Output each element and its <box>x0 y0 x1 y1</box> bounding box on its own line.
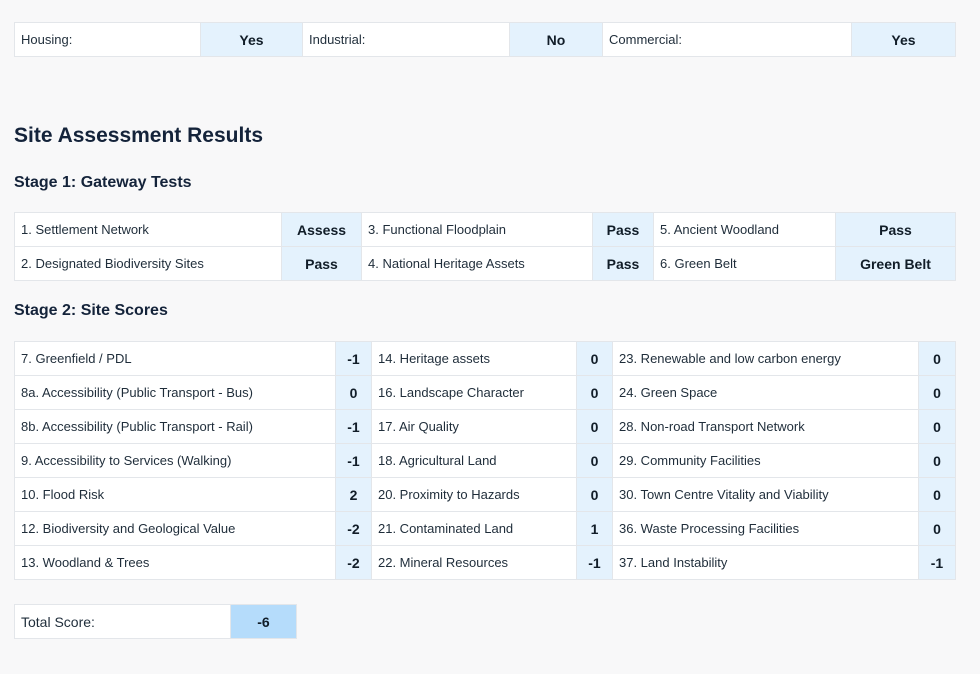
proposed-uses-row: Housing: Yes Industrial: No Commercial: … <box>14 22 956 57</box>
housing-value: Yes <box>200 22 303 57</box>
score-label: 18. Agricultural Land <box>371 443 577 478</box>
score-label: 14. Heritage assets <box>371 341 577 376</box>
stage2-title: Stage 2: Site Scores <box>14 302 168 319</box>
score-value: 0 <box>576 341 613 376</box>
gateway-label: 1. Settlement Network <box>14 212 282 247</box>
score-label: 28. Non-road Transport Network <box>612 409 919 444</box>
table-row: 8a. Accessibility (Public Transport - Bu… <box>14 375 956 410</box>
score-value: 0 <box>576 477 613 512</box>
score-value: 0 <box>918 341 956 376</box>
score-value: 0 <box>918 477 956 512</box>
score-value: -1 <box>918 545 956 580</box>
score-label: 29. Community Facilities <box>612 443 919 478</box>
gateway-label: 5. Ancient Woodland <box>653 212 836 247</box>
table-row: 7. Greenfield / PDL -1 14. Heritage asse… <box>14 341 956 376</box>
total-score-table: Total Score: -6 <box>14 604 297 639</box>
score-label: 17. Air Quality <box>371 409 577 444</box>
score-value: 0 <box>576 443 613 478</box>
commercial-value: Yes <box>851 22 956 57</box>
score-label: 30. Town Centre Vitality and Viability <box>612 477 919 512</box>
score-value: 0 <box>918 375 956 410</box>
score-label: 24. Green Space <box>612 375 919 410</box>
score-label: 20. Proximity to Hazards <box>371 477 577 512</box>
gateway-value: Green Belt <box>835 246 956 281</box>
table-row: 10. Flood Risk 2 20. Proximity to Hazard… <box>14 477 956 512</box>
score-label: 22. Mineral Resources <box>371 545 577 580</box>
proposed-uses-table: Housing: Yes Industrial: No Commercial: … <box>14 22 956 57</box>
score-label: 36. Waste Processing Facilities <box>612 511 919 546</box>
gateway-value: Pass <box>592 212 654 247</box>
score-value: 0 <box>918 409 956 444</box>
score-label: 10. Flood Risk <box>14 477 336 512</box>
score-label: 8b. Accessibility (Public Transport - Ra… <box>14 409 336 444</box>
score-label: 13. Woodland & Trees <box>14 545 336 580</box>
score-label: 21. Contaminated Land <box>371 511 577 546</box>
table-row: 13. Woodland & Trees -2 22. Mineral Reso… <box>14 545 956 580</box>
commercial-label: Commercial: <box>602 22 852 57</box>
score-value: -1 <box>335 409 372 444</box>
score-value: 0 <box>918 511 956 546</box>
total-score-label: Total Score: <box>14 604 231 639</box>
table-row: 8b. Accessibility (Public Transport - Ra… <box>14 409 956 444</box>
table-row: 2. Designated Biodiversity Sites Pass 4.… <box>14 246 956 281</box>
score-value: 0 <box>918 443 956 478</box>
stage1-title: Stage 1: Gateway Tests <box>14 174 192 191</box>
housing-label: Housing: <box>14 22 201 57</box>
score-label: 8a. Accessibility (Public Transport - Bu… <box>14 375 336 410</box>
gateway-tests-table: 1. Settlement Network Assess 3. Function… <box>14 212 956 281</box>
score-value: -1 <box>576 545 613 580</box>
site-assessment-page: Housing: Yes Industrial: No Commercial: … <box>0 0 980 674</box>
score-value: 2 <box>335 477 372 512</box>
gateway-value: Pass <box>835 212 956 247</box>
score-value: -1 <box>335 443 372 478</box>
table-row: 1. Settlement Network Assess 3. Function… <box>14 212 956 247</box>
industrial-label: Industrial: <box>302 22 510 57</box>
table-row: 12. Biodiversity and Geological Value -2… <box>14 511 956 546</box>
score-value: 0 <box>335 375 372 410</box>
site-scores-table: 7. Greenfield / PDL -1 14. Heritage asse… <box>14 341 956 580</box>
score-label: 37. Land Instability <box>612 545 919 580</box>
results-title: Site Assessment Results <box>14 124 263 147</box>
score-value: 1 <box>576 511 613 546</box>
score-label: 12. Biodiversity and Geological Value <box>14 511 336 546</box>
score-label: 23. Renewable and low carbon energy <box>612 341 919 376</box>
score-label: 16. Landscape Character <box>371 375 577 410</box>
gateway-value: Pass <box>592 246 654 281</box>
site-scores-body: 7. Greenfield / PDL -1 14. Heritage asse… <box>14 341 956 580</box>
gateway-value: Pass <box>281 246 362 281</box>
gateway-label: 3. Functional Floodplain <box>361 212 593 247</box>
industrial-value: No <box>509 22 603 57</box>
gateway-label: 2. Designated Biodiversity Sites <box>14 246 282 281</box>
table-row: 9. Accessibility to Services (Walking) -… <box>14 443 956 478</box>
score-value: -2 <box>335 545 372 580</box>
score-value: 0 <box>576 409 613 444</box>
score-value: 0 <box>576 375 613 410</box>
score-label: 9. Accessibility to Services (Walking) <box>14 443 336 478</box>
total-score-row: Total Score: -6 <box>14 604 297 639</box>
gateway-label: 6. Green Belt <box>653 246 836 281</box>
gateway-label: 4. National Heritage Assets <box>361 246 593 281</box>
total-score-value: -6 <box>230 604 297 639</box>
score-value: -2 <box>335 511 372 546</box>
score-label: 7. Greenfield / PDL <box>14 341 336 376</box>
score-value: -1 <box>335 341 372 376</box>
gateway-value: Assess <box>281 212 362 247</box>
